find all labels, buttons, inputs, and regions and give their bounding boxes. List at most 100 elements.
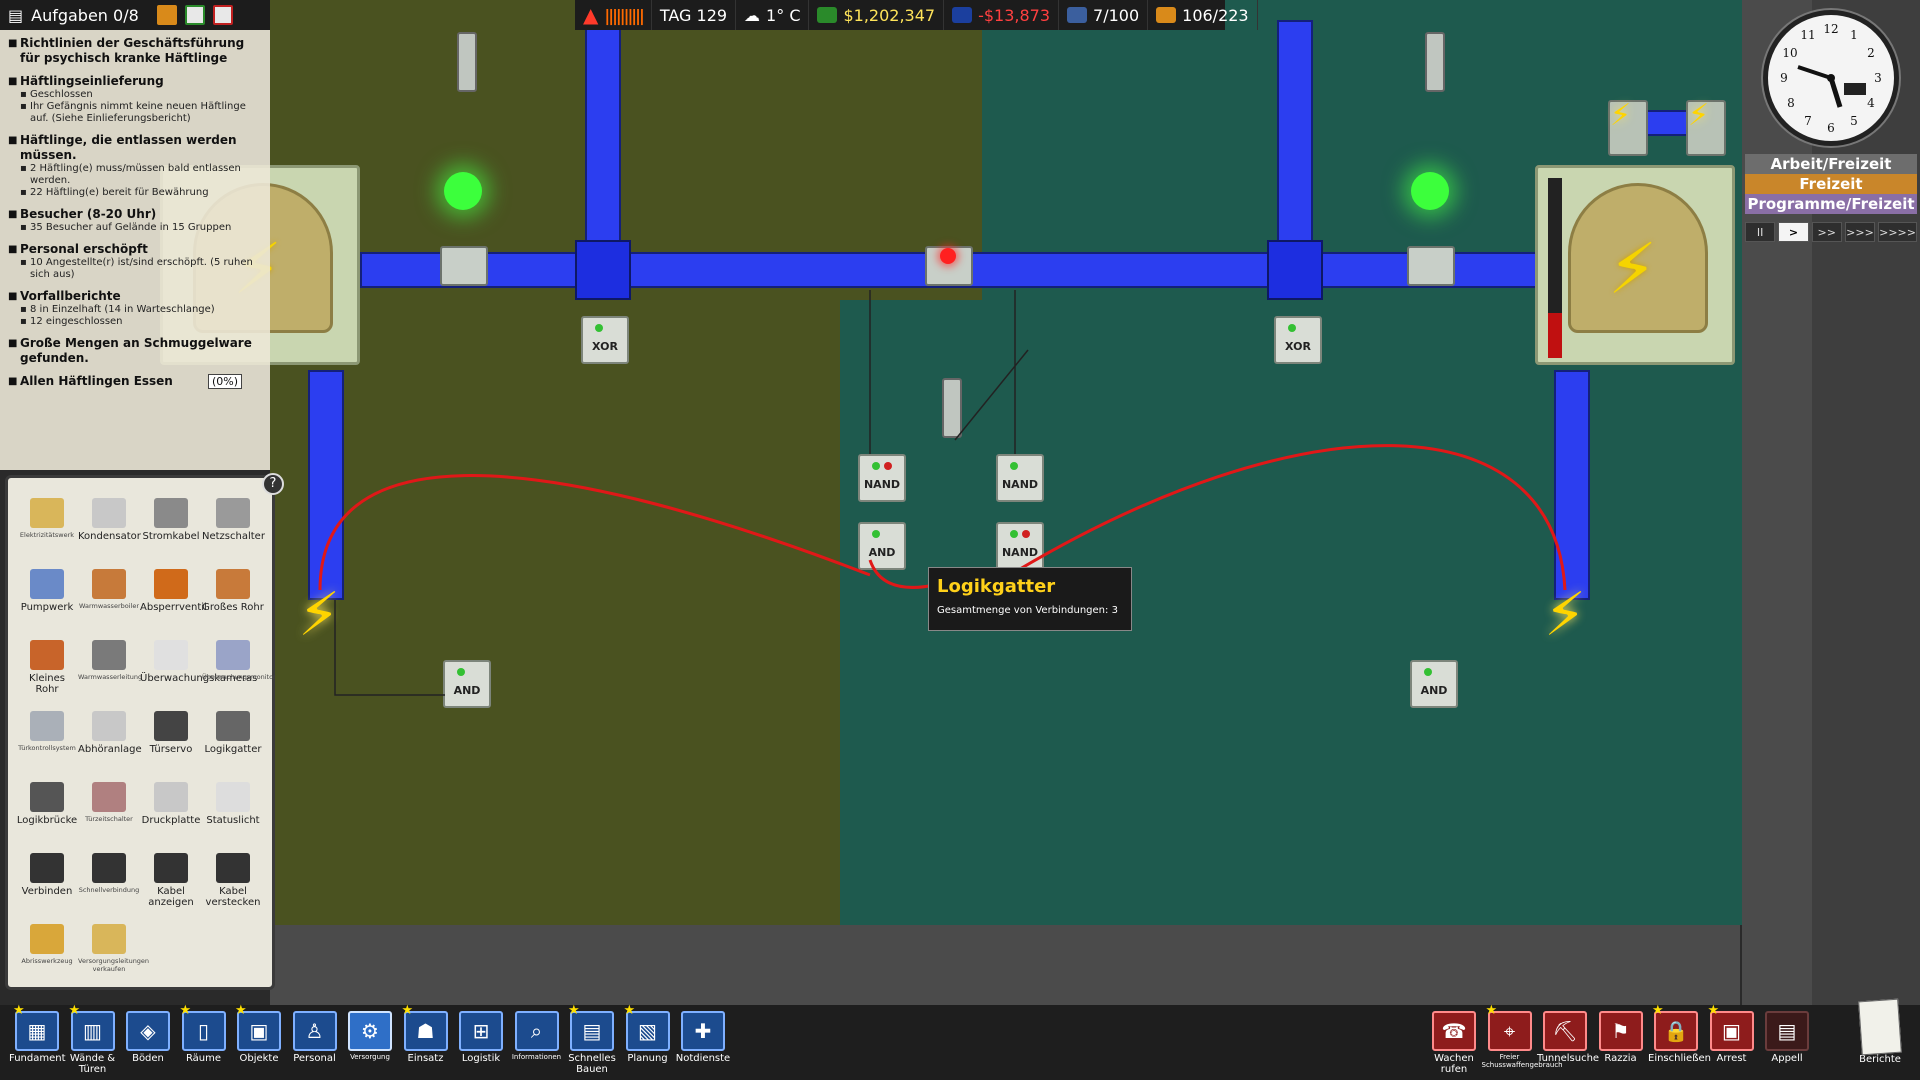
objective-item[interactable]: Richtlinien der Geschäftsführung für psy… <box>8 36 262 66</box>
regime-after: Programme/Freizeit <box>1745 194 1917 214</box>
danger-indicator[interactable]: ▲ |||||||||| <box>575 0 652 30</box>
toolbar-button-label: Notdienste <box>675 1053 731 1064</box>
graph-icon <box>952 7 973 23</box>
palette-tool-label: Türservo <box>149 744 193 755</box>
palette-tool-label: Überwachungskameras <box>140 673 258 684</box>
danger-meter: |||||||||| <box>604 5 644 25</box>
emergency-button[interactable]: ⛏ Tunnelsuche <box>1537 1005 1599 1064</box>
palette-tool[interactable]: Logikgatter <box>202 711 264 755</box>
palette-tool[interactable]: Pumpwerk <box>16 569 78 613</box>
objective-title: Vorfallberichte <box>8 289 262 304</box>
staff-value: 7/100 <box>1093 5 1140 25</box>
emergency-button[interactable]: ☎ Wachen rufen <box>1426 1005 1482 1075</box>
logic-bridge-icon <box>30 782 64 812</box>
toolbar-button[interactable]: ★ ▯ Räume <box>176 1003 232 1064</box>
toolbar-button[interactable]: ★ ▦ Fundament <box>9 1003 66 1064</box>
palette-tool[interactable]: Überwachungskameras <box>140 640 258 684</box>
palette-tool[interactable]: Überwachungsmonitor <box>202 640 276 681</box>
palette-tool[interactable]: Logikbrücke <box>16 782 78 826</box>
toolbar-button-label: Fundament <box>9 1053 66 1064</box>
cashflow-indicator[interactable]: -$13,873 <box>944 0 1060 30</box>
toolbar-button[interactable]: ⊞ Logistik <box>453 1005 509 1064</box>
emergency-button-label: Wachen rufen <box>1434 1053 1474 1075</box>
palette-tool[interactable]: Warmwasserleitung <box>78 640 142 681</box>
palette-tool[interactable]: Statuslicht <box>202 782 264 826</box>
emergency-button[interactable]: ⚑ Razzia <box>1593 1005 1649 1064</box>
speed-button-2[interactable]: >> <box>1811 222 1842 242</box>
palette-tool[interactable]: Verbinden <box>16 853 78 897</box>
palette-tool[interactable]: Kondensator <box>78 498 141 542</box>
toolbar-button[interactable]: ⌕ Informationen <box>509 1005 565 1061</box>
palette-tool[interactable]: Abhöranlage <box>78 711 142 755</box>
emergency-button[interactable]: ★ ⌖ Freier Schusswaffengebrauch <box>1482 1003 1563 1069</box>
toolbar-button[interactable]: ✚ Notdienste <box>675 1005 731 1064</box>
palette-tool[interactable]: Warmwasserboiler <box>78 569 140 610</box>
objective-item[interactable]: Personal erschöpft10 Angestellte(r) ist/… <box>8 242 262 281</box>
toolbar-button[interactable]: ★ ☗ Einsatz <box>398 1003 454 1064</box>
objective-item[interactable]: (0%)Allen Häftlingen Essen <box>8 374 262 389</box>
speed-button-1[interactable]: > <box>1778 222 1809 242</box>
toolbar-button[interactable]: ⚙ Versorgung <box>342 1005 398 1061</box>
svg-text:9: 9 <box>1780 71 1788 85</box>
palette-tool-label: Überwachungsmonitor <box>202 673 276 681</box>
palette-tool[interactable]: Kleines Rohr <box>16 640 78 695</box>
toolbar-button[interactable]: ★ ▤ Schnelles Bauen <box>564 1003 620 1075</box>
regime-schedule[interactable]: Arbeit/Freizeit Freizeit Programme/Freiz… <box>1745 154 1917 214</box>
red-wire-left[interactable] <box>318 474 871 591</box>
palette-tool[interactable]: Kabel verstecken <box>202 853 264 908</box>
star-icon: ★ <box>1485 1003 1498 1018</box>
palette-tool[interactable]: Druckplatte <box>140 782 202 826</box>
palette-tool[interactable]: Türkontrollsystem <box>16 711 78 752</box>
staff-indicator[interactable]: 7/100 <box>1059 0 1149 30</box>
wire-layer <box>318 290 1567 696</box>
document-icon[interactable] <box>184 5 205 25</box>
utilities-palette: Elektrizitätswerk Kondensator Stromkabel Ne… <box>5 475 276 990</box>
palette-tool[interactable]: Netzschalter <box>202 498 265 542</box>
objective-item[interactable]: Besucher (8-20 Uhr)35 Besucher auf Gelän… <box>8 207 262 234</box>
prisoner-indicator[interactable]: 106/223 <box>1148 0 1258 30</box>
staff-icon: ♙ <box>292 1011 337 1051</box>
emergency-button[interactable]: ▤ Appell <box>1759 1005 1815 1064</box>
toolbar-button[interactable]: ★ ▣ Objekte <box>231 1003 287 1064</box>
toolbar-button[interactable]: ★ ▥ Wände & Türen <box>65 1003 121 1075</box>
emergency-button[interactable]: ★ ▣ Arrest <box>1704 1003 1760 1064</box>
objective-item[interactable]: Vorfallberichte8 in Einzelhaft (14 in Wa… <box>8 289 262 328</box>
palette-tool[interactable]: Abrisswerkzeug <box>16 924 78 965</box>
camera-icon <box>154 640 188 670</box>
palette-tool[interactable]: Elektrizitätswerk <box>16 498 78 539</box>
report-icon[interactable] <box>212 5 233 25</box>
palette-tool[interactable]: Türzeitschalter <box>78 782 140 823</box>
objective-item[interactable]: HäftlingseinlieferungGeschlossenIhr Gefä… <box>8 74 262 125</box>
boiler-icon <box>92 569 126 599</box>
red-wire-left-loop[interactable] <box>868 559 936 589</box>
svg-text:7: 7 <box>1804 114 1812 128</box>
objectives-title: Aufgaben 0/8 <box>31 5 139 25</box>
toolbar-button[interactable]: ★ ▧ Planung <box>620 1003 676 1064</box>
toolbar-button[interactable]: ◈ Böden <box>120 1005 176 1064</box>
palette-tool[interactable]: Türservo <box>140 711 202 755</box>
palette-tool[interactable]: Absperrventil <box>140 569 207 613</box>
objective-item[interactable]: Häftlinge, die entlassen werden müssen.2… <box>8 133 262 199</box>
reports-button[interactable]: Berichte <box>1850 998 1910 1078</box>
floors-icon: ◈ <box>126 1011 170 1051</box>
help-button[interactable]: ? <box>262 473 284 495</box>
objective-item[interactable]: Große Mengen an Schmuggelware gefunden. <box>8 336 262 366</box>
palette-tool-label: Versorgungsleitungen verkaufen <box>78 957 150 973</box>
palette-tool[interactable]: Schnellverbindung <box>78 853 140 894</box>
pause-button[interactable]: II <box>1745 222 1776 242</box>
objective-title: Häftlinge, die entlassen werden müssen. <box>8 133 262 163</box>
palette-tool[interactable]: Kabel anzeigen <box>140 853 202 908</box>
objectives-header[interactable]: ▤ Aufgaben 0/8 <box>0 0 270 30</box>
prisoner-face-icon[interactable] <box>156 5 177 25</box>
rollcall-icon: ▤ <box>1765 1011 1809 1051</box>
palette-tool[interactable]: Großes Rohr <box>202 569 264 613</box>
speed-button-3[interactable]: >>> <box>1844 222 1876 242</box>
palette-tool[interactable]: Versorgungsleitungen verkaufen <box>78 924 150 973</box>
toolbar-button[interactable]: ♙ Personal <box>287 1005 343 1064</box>
toolbar-button-label: Planung <box>627 1053 668 1064</box>
palette-tool[interactable]: Stromkabel <box>140 498 202 542</box>
emergency-button[interactable]: ★ 🔒 Einschließen <box>1648 1003 1711 1064</box>
balance-indicator[interactable]: $1,202,347 <box>809 0 945 30</box>
speed-button-4[interactable]: >>>> <box>1878 222 1917 242</box>
svg-text:2: 2 <box>1867 46 1875 60</box>
